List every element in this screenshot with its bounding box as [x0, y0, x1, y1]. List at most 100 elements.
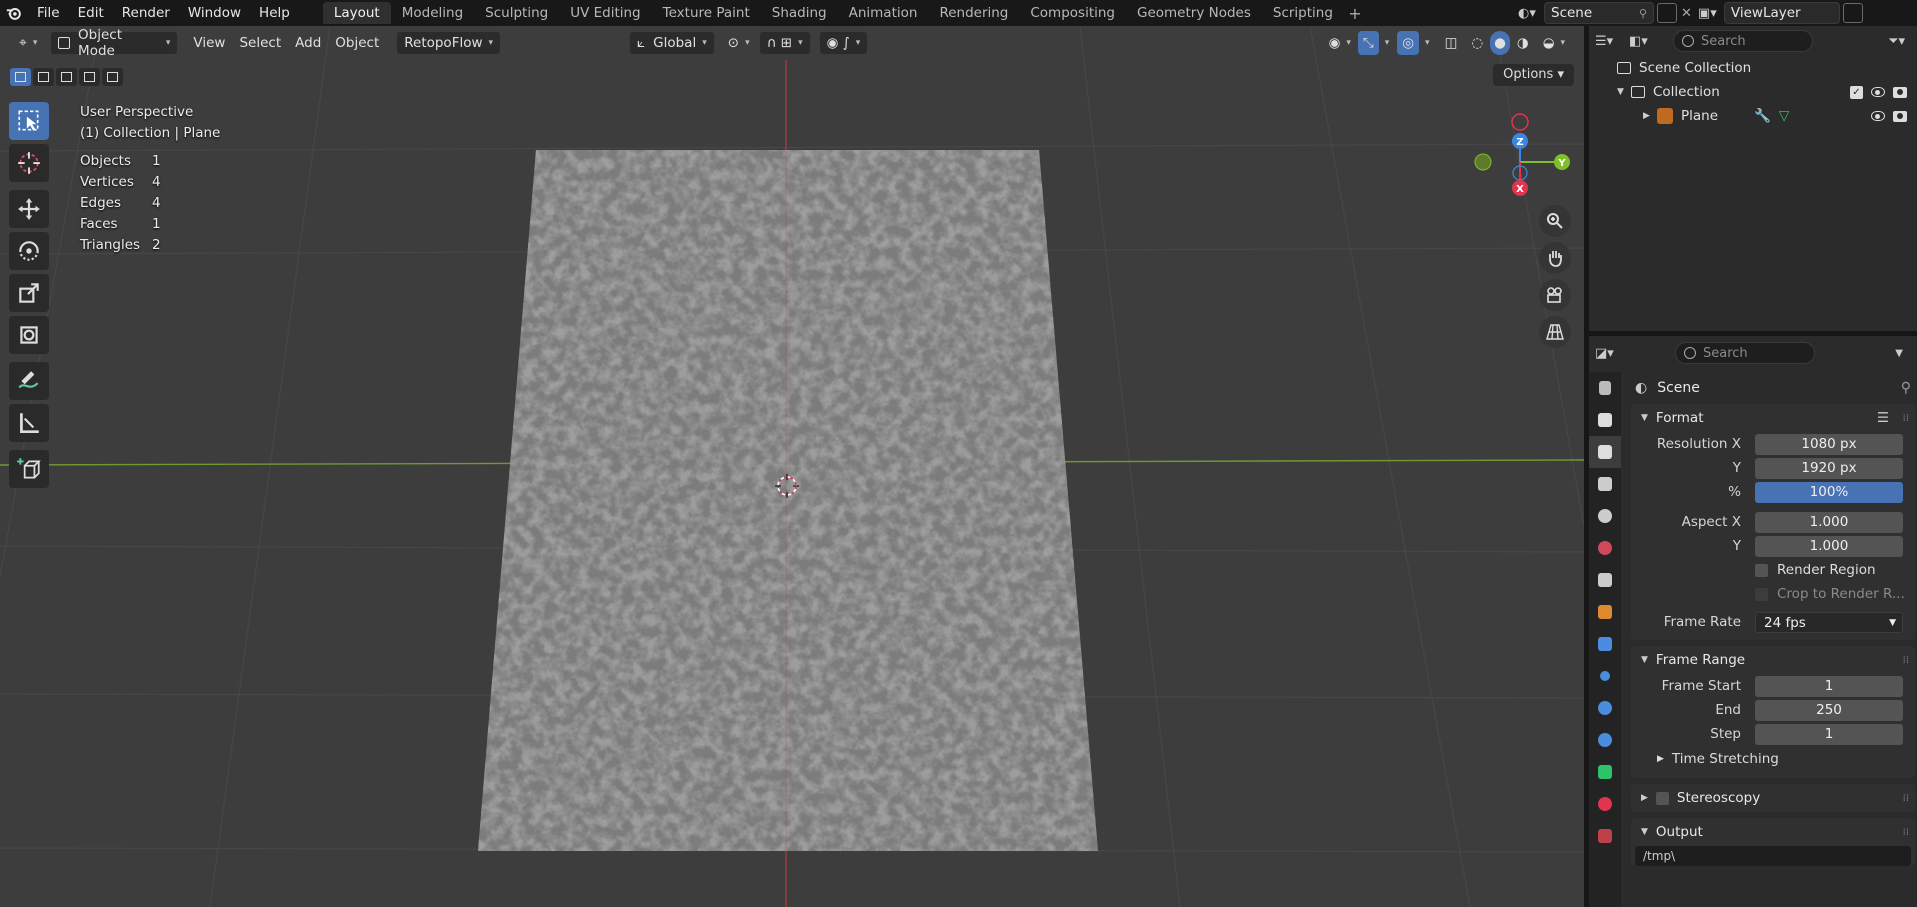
resolution-x-field[interactable]: 1080 px	[1755, 433, 1903, 455]
menu-file[interactable]: File	[28, 0, 69, 26]
menu-edit[interactable]: Edit	[69, 0, 113, 26]
retopoflow-menu[interactable]: RetopoFlow ▾	[396, 31, 502, 55]
tab-shading[interactable]: Shading	[761, 2, 838, 24]
orientation-dropdown[interactable]: ⟀ Global ▾	[629, 31, 715, 55]
transform-tool-icon[interactable]	[9, 316, 49, 354]
select-extend-icon[interactable]	[33, 68, 54, 86]
stereoscopy-panel-header[interactable]: ▶ Stereoscopy ⁞⁞	[1631, 784, 1915, 812]
editor-type-icon[interactable]: ☰▾	[1595, 34, 1629, 49]
rotate-tool-icon[interactable]	[9, 232, 49, 270]
constraints-tab-icon[interactable]	[1589, 724, 1621, 756]
cursor-tool-icon[interactable]	[9, 144, 49, 182]
tab-scripting[interactable]: Scripting	[1262, 2, 1344, 24]
drag-handle-icon[interactable]: ⁞⁞	[1903, 793, 1909, 804]
menu-render[interactable]: Render	[113, 0, 179, 26]
editor-type-icon[interactable]: ◪▾	[1595, 346, 1635, 361]
menu-select[interactable]: Select	[232, 31, 288, 55]
object-tab-icon[interactable]	[1589, 596, 1621, 628]
texture-tab-icon[interactable]	[1589, 820, 1621, 852]
properties-search-input[interactable]: Search	[1675, 342, 1815, 364]
ortho-grid-icon[interactable]	[1539, 316, 1571, 348]
scene-icon[interactable]: ◐▾	[1518, 6, 1544, 21]
visibility-icon[interactable]: ◉ ▾	[1322, 31, 1358, 55]
pivot-icon[interactable]: ⊙ ▾	[721, 31, 757, 55]
select-subtract-icon[interactable]	[56, 68, 77, 86]
annotate-tool-icon[interactable]	[9, 362, 49, 400]
display-mode-icon[interactable]: ◧▾	[1629, 34, 1669, 49]
delete-scene-icon[interactable]: ✕	[1681, 6, 1692, 21]
drag-handle-icon[interactable]: ⁞⁞	[1903, 413, 1909, 424]
mode-dropdown[interactable]: Object Mode ▾	[50, 27, 179, 59]
eye-icon[interactable]	[1871, 87, 1885, 97]
crop-checkbox[interactable]	[1755, 587, 1768, 601]
frame-rate-dropdown[interactable]: 24 fps ▼	[1755, 611, 1903, 633]
xray-icon[interactable]: ◫	[1438, 31, 1465, 55]
blender-logo-icon[interactable]	[0, 0, 28, 26]
view-layer-field[interactable]: ViewLayer	[1723, 2, 1840, 24]
tool-tab-icon[interactable]	[1589, 372, 1621, 404]
menu-window[interactable]: Window	[179, 0, 250, 26]
material-tab-icon[interactable]	[1589, 788, 1621, 820]
navigation-gizmo[interactable]: Z Y X	[1470, 108, 1570, 208]
new-scene-icon[interactable]	[1657, 3, 1677, 23]
add-cube-tool-icon[interactable]	[9, 450, 49, 488]
crop-row[interactable]: Crop to Render R...	[1631, 582, 1915, 606]
frame-step-field[interactable]: 1	[1755, 723, 1903, 745]
drag-handle-icon[interactable]: ⁞⁞	[1903, 827, 1909, 838]
modifier-tab-icon[interactable]	[1589, 628, 1621, 660]
new-view-layer-icon[interactable]	[1842, 3, 1863, 23]
textured-plane[interactable]	[0, 26, 1584, 907]
select-intersect-icon[interactable]	[102, 68, 123, 86]
render-region-row[interactable]: Render Region	[1631, 558, 1915, 582]
overlay-toggle-icon[interactable]: ◎	[1397, 31, 1420, 55]
pan-hand-icon[interactable]	[1539, 242, 1571, 274]
wireframe-shading-icon[interactable]: ◌	[1464, 31, 1490, 55]
pin-icon[interactable]: ⚲	[1901, 380, 1911, 396]
move-tool-icon[interactable]	[9, 190, 49, 228]
scale-tool-icon[interactable]	[9, 274, 49, 312]
frame-start-field[interactable]: 1	[1755, 675, 1903, 697]
data-tab-icon[interactable]	[1589, 756, 1621, 788]
eye-icon[interactable]	[1871, 111, 1885, 121]
aspect-y-field[interactable]: 1.000	[1755, 535, 1903, 557]
time-stretching-subpanel[interactable]: ▶ Time Stretching	[1631, 746, 1915, 772]
wrench-modifier-icon[interactable]: 🔧	[1754, 108, 1771, 124]
scene-field[interactable]: Scene ⚲	[1544, 2, 1654, 24]
tab-texture-paint[interactable]: Texture Paint	[652, 2, 761, 24]
proportional-edit-icon[interactable]: ◉ ∫ ▾	[818, 31, 869, 55]
render-camera-icon[interactable]	[1893, 86, 1907, 98]
zoom-icon[interactable]	[1539, 205, 1571, 237]
outliner-scene-collection[interactable]: Scene Collection	[1589, 56, 1917, 80]
chevron-down-icon[interactable]: ▾	[1385, 38, 1390, 48]
menu-help[interactable]: Help	[250, 0, 299, 26]
select-new-icon[interactable]	[10, 68, 31, 86]
aspect-x-field[interactable]: 1.000	[1755, 511, 1903, 533]
view-layer-tab-icon[interactable]	[1589, 468, 1621, 500]
world-tab-icon[interactable]	[1589, 532, 1621, 564]
menu-object[interactable]: Object	[328, 31, 386, 55]
menu-view[interactable]: View	[186, 31, 232, 55]
exclude-checkbox[interactable]: ✓	[1850, 85, 1863, 99]
rendered-shading-icon[interactable]: ◒ ▾	[1536, 31, 1572, 55]
filter-icon[interactable]: ⏷▾	[1888, 34, 1905, 49]
camera-view-icon[interactable]	[1539, 279, 1571, 311]
tab-uv-editing[interactable]: UV Editing	[559, 2, 651, 24]
output-tab-icon[interactable]	[1589, 436, 1621, 468]
stereoscopy-checkbox[interactable]	[1655, 791, 1669, 805]
output-panel-header[interactable]: ▼ Output ⁞⁞	[1631, 818, 1915, 846]
snap-icon[interactable]: ∩ ⊞ ▾	[758, 31, 811, 55]
select-invert-icon[interactable]	[79, 68, 100, 86]
collection-tab-icon[interactable]	[1589, 564, 1621, 596]
material-shading-icon[interactable]: ◑	[1510, 31, 1536, 55]
select-box-tool-icon[interactable]	[9, 102, 49, 140]
outliner-object-plane[interactable]: ▶ Plane 🔧 ▽	[1589, 104, 1917, 128]
resolution-percent-slider[interactable]: 100%	[1755, 481, 1903, 503]
frame-end-field[interactable]: 250	[1755, 699, 1903, 721]
menu-add[interactable]: Add	[288, 31, 328, 55]
3d-viewport[interactable]: ⌖ ▾ Object Mode ▾ View Select Add Object …	[0, 26, 1584, 907]
presets-list-icon[interactable]: ☰	[1877, 410, 1889, 426]
output-path-field[interactable]: /tmp\	[1635, 846, 1911, 866]
particles-tab-icon[interactable]	[1589, 660, 1621, 692]
physics-tab-icon[interactable]	[1589, 692, 1621, 724]
tab-animation[interactable]: Animation	[838, 2, 929, 24]
